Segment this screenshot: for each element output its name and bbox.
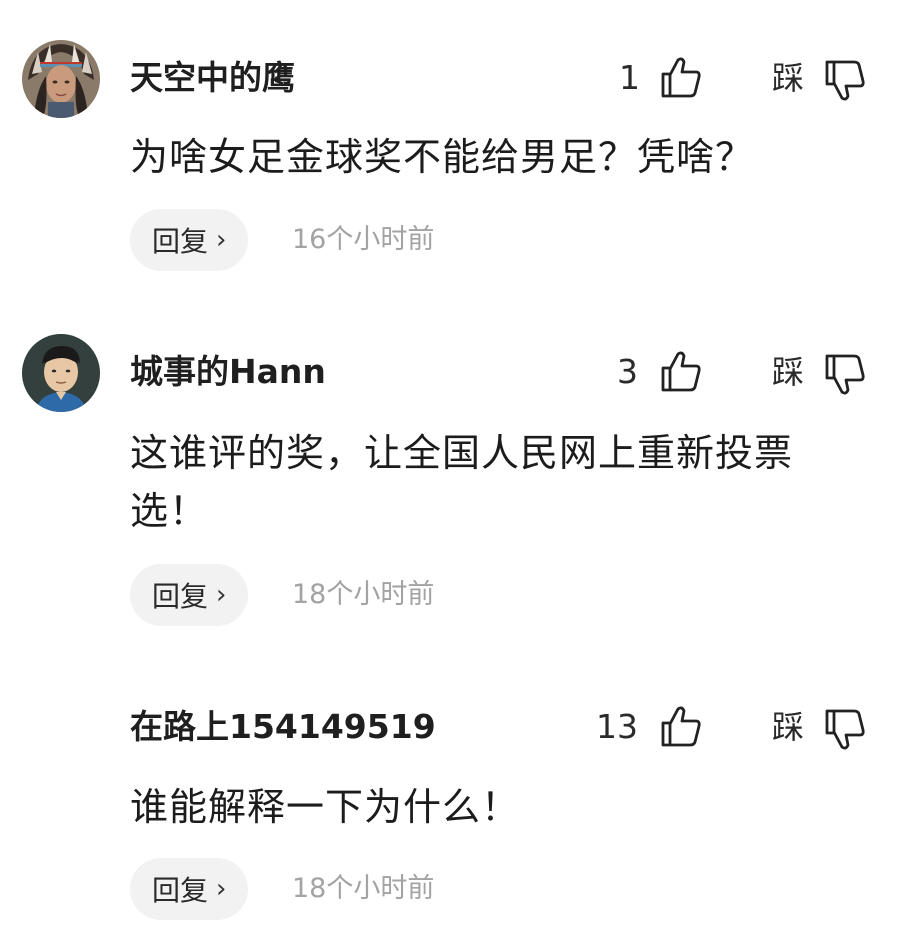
username[interactable]: 天空中的鹰 [130,58,295,98]
reply-button[interactable]: 回复 › [130,858,249,920]
dislike-label[interactable]: 踩 [772,352,804,392]
reply-label: 回复 [152,874,209,907]
dislike-label[interactable]: 踩 [772,58,804,98]
reply-button[interactable]: 回复 › [130,209,249,271]
chevron-right-icon: › [216,225,227,255]
avatar[interactable] [22,40,100,118]
comment-text: 这谁评的奖，让全国人民网上重新投票选！ [130,431,794,533]
username[interactable]: 城事的Hann [130,352,326,392]
thumbs-up-icon[interactable] [658,703,704,749]
username[interactable]: 在路上154149519 [130,707,436,747]
like-count: 1 [619,58,640,97]
chevron-right-icon: › [216,580,227,610]
timestamp: 18个小时前 [292,873,435,904]
avatar[interactable] [22,334,100,412]
like-count: 3 [617,352,638,391]
thumbs-down-icon[interactable] [822,58,868,104]
timestamp: 16个小时前 [292,224,435,255]
comment-text: 为啥女足金球奖不能给男足？凭啥？ [130,135,755,179]
reply-button[interactable]: 回复 › [130,564,249,626]
thumbs-up-icon[interactable] [658,348,704,394]
thumbs-down-icon[interactable] [822,352,868,398]
thumbs-up-icon[interactable] [658,54,704,100]
reply-label: 回复 [152,580,209,613]
chevron-right-icon: › [216,874,227,904]
reply-label: 回复 [152,225,209,258]
like-count: 13 [596,707,638,746]
thumbs-down-icon[interactable] [822,707,868,753]
comment-text: 谁能解释一下为什么！ [130,785,521,829]
dislike-label[interactable]: 踩 [772,707,804,747]
timestamp: 18个小时前 [292,579,435,610]
